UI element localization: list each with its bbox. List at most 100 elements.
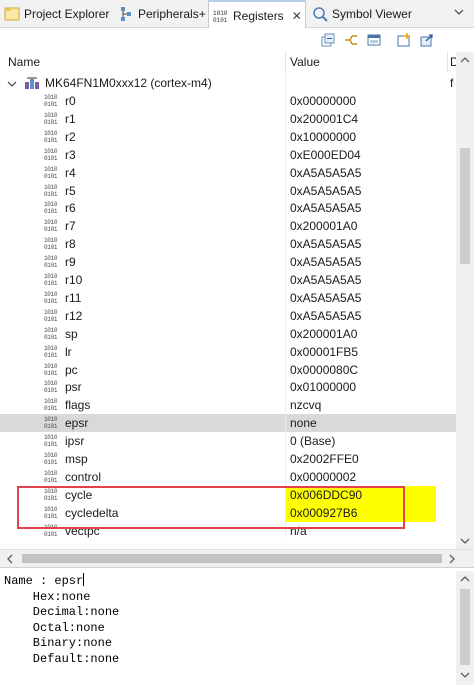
scroll-up-icon[interactable] bbox=[460, 575, 470, 585]
layout-icon[interactable] bbox=[366, 32, 382, 48]
column-resize-handle[interactable] bbox=[447, 52, 448, 72]
register-value[interactable]: 0x00000002 bbox=[286, 468, 436, 486]
register-row[interactable]: 1010 0101 r2 0x10000000 bbox=[0, 128, 456, 146]
scroll-down-icon[interactable] bbox=[460, 671, 470, 681]
register-row[interactable]: 1010 0101 flags nzcvq bbox=[0, 396, 456, 414]
vertical-scroll-thumb[interactable] bbox=[460, 148, 470, 264]
register-value[interactable]: 0x200001C4 bbox=[286, 110, 436, 128]
vertical-scrollbar[interactable] bbox=[456, 52, 474, 549]
expand-chevron-icon[interactable] bbox=[7, 78, 17, 88]
collapse-all-icon[interactable] bbox=[320, 32, 336, 48]
register-value[interactable]: 0xA5A5A5A5 bbox=[286, 182, 436, 200]
register-value[interactable]: 0xA5A5A5A5 bbox=[286, 271, 436, 289]
tab-project-explorer[interactable]: Project Explorer bbox=[0, 0, 109, 28]
register-icon-line: 1010 bbox=[44, 94, 58, 101]
tab-label: Registers bbox=[233, 8, 284, 23]
column-header-name[interactable]: Name bbox=[8, 52, 40, 72]
horizontal-scrollbar[interactable] bbox=[0, 549, 474, 567]
register-icon-line: 0101 bbox=[44, 262, 58, 270]
register-name: r11 bbox=[65, 290, 82, 305]
register-value[interactable]: 0xA5A5A5A5 bbox=[286, 199, 436, 217]
tab-registers[interactable]: 1010 0101 Registers ✕ bbox=[208, 0, 306, 29]
register-icon-line: 1010 bbox=[44, 290, 58, 298]
tab-peripherals[interactable]: Peripherals+ bbox=[114, 0, 206, 28]
register-value[interactable]: 0xA5A5A5A5 bbox=[286, 289, 436, 307]
register-icon: 1010 0101 bbox=[44, 112, 62, 126]
register-icon-line: 0101 bbox=[44, 297, 58, 305]
register-value[interactable]: 0xE000ED04 bbox=[286, 146, 436, 164]
register-row[interactable]: 1010 0101 r10 0xA5A5A5A5 bbox=[0, 271, 456, 289]
column-resize-handle[interactable] bbox=[285, 52, 286, 72]
register-value[interactable]: 0x2002FFE0 bbox=[286, 450, 436, 468]
scroll-right-icon[interactable] bbox=[448, 554, 456, 566]
register-value[interactable]: 0x00001FB5 bbox=[286, 343, 436, 361]
register-row[interactable]: 1010 0101 r12 0xA5A5A5A5 bbox=[0, 307, 456, 325]
link-icon[interactable] bbox=[343, 32, 359, 48]
column-divider bbox=[285, 72, 286, 538]
register-icon-line: 1010 bbox=[44, 273, 58, 280]
register-row[interactable]: 1010 0101 r3 0xE000ED04 bbox=[0, 146, 456, 164]
register-name: r4 bbox=[65, 165, 76, 180]
project-explorer-icon bbox=[4, 6, 20, 22]
register-value[interactable]: 0x200001A0 bbox=[286, 325, 436, 343]
register-row[interactable]: 1010 0101 epsr none bbox=[0, 414, 456, 433]
register-row[interactable]: 1010 0101 psr 0x01000000 bbox=[0, 378, 456, 396]
horizontal-scroll-thumb[interactable] bbox=[22, 554, 442, 563]
register-row[interactable]: 1010 0101 r8 0xA5A5A5A5 bbox=[0, 235, 456, 253]
register-value[interactable]: 0x200001A0 bbox=[286, 217, 436, 235]
detail-vertical-scrollbar[interactable] bbox=[456, 571, 474, 685]
register-value[interactable]: nzcvq bbox=[286, 396, 436, 414]
register-row[interactable]: 1010 0101 r11 0xA5A5A5A5 bbox=[0, 289, 456, 307]
register-icon: 1010 0101 bbox=[44, 94, 62, 108]
register-row[interactable]: 1010 0101 control 0x00000002 bbox=[0, 468, 456, 486]
register-name: r12 bbox=[65, 308, 83, 323]
register-icon-line: 0101 bbox=[44, 423, 58, 431]
register-icon-line: 0101 bbox=[44, 333, 58, 341]
register-row[interactable]: 1010 0101 r5 0xA5A5A5A5 bbox=[0, 182, 456, 200]
register-value[interactable]: 0x00000000 bbox=[286, 92, 436, 110]
tree-device-row[interactable]: MK64FN1M0xxx12 (cortex-m4) f bbox=[0, 74, 456, 92]
register-value[interactable]: 0x01000000 bbox=[286, 378, 436, 396]
register-row[interactable]: 1010 0101 r0 0x00000000 bbox=[0, 92, 456, 110]
register-row[interactable]: 1010 0101 r6 0xA5A5A5A5 bbox=[0, 199, 456, 217]
register-row[interactable]: 1010 0101 r1 0x200001C4 bbox=[0, 110, 456, 128]
register-icon: 1010 0101 bbox=[44, 201, 62, 215]
register-icon: 1010 0101 bbox=[44, 327, 62, 341]
register-row[interactable]: 1010 0101 r4 0xA5A5A5A5 bbox=[0, 164, 456, 182]
register-value[interactable]: 0x0000080C bbox=[286, 361, 436, 379]
close-icon[interactable]: ✕ bbox=[292, 9, 302, 23]
register-icon-line: 0101 bbox=[44, 208, 58, 216]
register-row[interactable]: 1010 0101 pc 0x0000080C bbox=[0, 361, 456, 379]
register-name: lr bbox=[65, 344, 72, 359]
view-menu-chevron-icon[interactable] bbox=[452, 6, 466, 20]
register-value[interactable]: 0xA5A5A5A5 bbox=[286, 307, 436, 325]
register-icon-line: 0101 bbox=[44, 476, 58, 484]
register-row[interactable]: 1010 0101 sp 0x200001A0 bbox=[0, 325, 456, 343]
column-header-value[interactable]: Value bbox=[290, 52, 320, 72]
export-icon[interactable] bbox=[419, 32, 435, 48]
register-value[interactable]: 0x10000000 bbox=[286, 128, 436, 146]
register-icon-line: 1010 bbox=[44, 237, 58, 245]
register-row[interactable]: 1010 0101 ipsr 0 (Base) bbox=[0, 432, 456, 450]
register-value[interactable]: none bbox=[286, 414, 436, 432]
new-group-icon[interactable] bbox=[396, 32, 412, 48]
register-value[interactable]: 0xA5A5A5A5 bbox=[286, 253, 436, 271]
detail-line: Hex:none bbox=[4, 589, 91, 604]
register-value[interactable]: 0xA5A5A5A5 bbox=[286, 164, 436, 182]
register-row[interactable]: 1010 0101 r9 0xA5A5A5A5 bbox=[0, 253, 456, 271]
tab-symbol-viewer[interactable]: Symbol Viewer bbox=[308, 0, 412, 28]
tab-label: Project Explorer bbox=[24, 7, 110, 21]
register-icon: 1010 0101 bbox=[44, 363, 62, 377]
scroll-down-icon[interactable] bbox=[460, 537, 470, 547]
scroll-left-icon[interactable] bbox=[6, 554, 14, 566]
register-value[interactable]: 0 (Base) bbox=[286, 432, 436, 450]
register-icon-line: 1010 bbox=[44, 111, 58, 119]
register-detail-pane[interactable]: Name : epsr Hex:none Decimal:none Octal:… bbox=[0, 571, 456, 685]
register-row[interactable]: 1010 0101 lr 0x00001FB5 bbox=[0, 343, 456, 361]
register-row[interactable]: 1010 0101 r7 0x200001A0 bbox=[0, 217, 456, 235]
scroll-up-icon[interactable] bbox=[460, 56, 470, 66]
register-row[interactable]: 1010 0101 msp 0x2002FFE0 bbox=[0, 450, 456, 468]
detail-scroll-thumb[interactable] bbox=[460, 589, 470, 665]
register-value[interactable]: 0xA5A5A5A5 bbox=[286, 235, 436, 253]
register-name: r3 bbox=[65, 147, 76, 162]
